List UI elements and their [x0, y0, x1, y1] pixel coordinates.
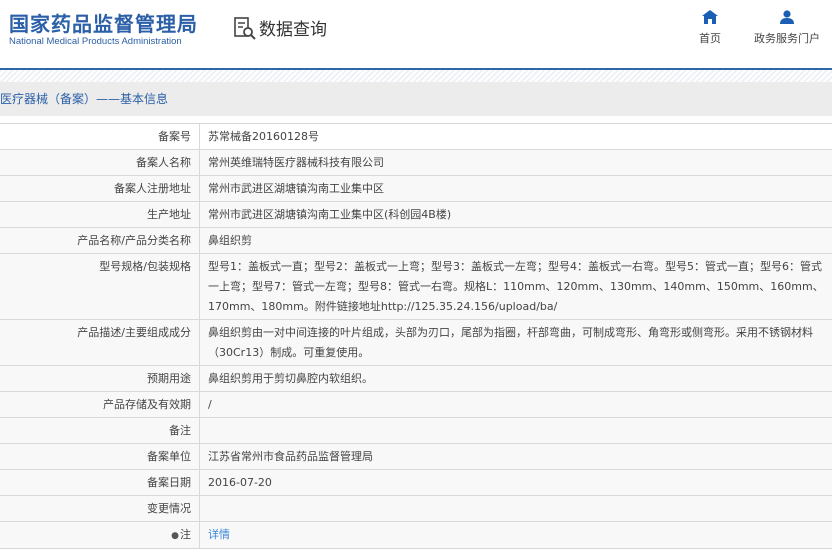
row-label-text: 备案日期: [147, 476, 191, 489]
row-value: 常州市武进区湖塘镇沟南工业集中区(科创园4B楼): [208, 208, 452, 221]
row-label-text: 产品描述/主要组成成分: [77, 326, 191, 339]
row-label-text: 注: [180, 528, 191, 541]
row-label-text: 生产地址: [147, 208, 191, 221]
table-row: 产品存储及有效期 /: [0, 392, 832, 418]
row-label: 备案单位: [0, 444, 200, 469]
row-label: 备案号: [0, 124, 200, 149]
row-label: 产品描述/主要组成成分: [0, 320, 200, 365]
row-label-text: 预期用途: [147, 372, 191, 385]
table-row: 变更情况: [0, 496, 832, 522]
row-value: /: [208, 398, 212, 411]
table-row: 预期用途 鼻组织剪用于剪切鼻腔内软组织。: [0, 366, 832, 392]
nav-service-portal[interactable]: 政务服务门户: [754, 10, 820, 46]
row-label-text: 备案人名称: [136, 156, 191, 169]
row-value: 江苏省常州市食品药品监督管理局: [208, 450, 373, 463]
document-search-icon: [234, 16, 256, 40]
table-row: 备案号 苏常械备20160128号: [0, 124, 832, 150]
data-query-title: 数据查询: [233, 15, 327, 40]
row-label: 备案日期: [0, 470, 200, 495]
row-label: 备案人注册地址: [0, 176, 200, 201]
row-value: 型号1：盖板式一直；型号2：盖板式一上弯；型号3：盖板式一左弯；型号4：盖板式一…: [208, 260, 824, 313]
row-label-text: 产品存储及有效期: [103, 398, 191, 411]
row-label-text: 产品名称/产品分类名称: [77, 234, 191, 247]
details-link[interactable]: 详情: [208, 528, 230, 541]
table-row: 备案人名称 常州英维瑞特医疗器械科技有限公司: [0, 150, 832, 176]
site-header: 国家药品监督管理局 National Medical Products Admi…: [0, 0, 832, 70]
nav-service-label: 政务服务门户: [754, 32, 820, 45]
row-label: 生产地址: [0, 202, 200, 227]
info-table: 备案号 苏常械备20160128号 备案人名称 常州英维瑞特医疗器械科技有限公司 备案人…: [0, 123, 832, 549]
row-value: 鼻组织剪由一对中间连接的叶片组成，头部为刃口，尾部为指圈，杆部弯曲，可制成弯形、…: [208, 326, 813, 359]
table-row: ●注 详情: [0, 522, 832, 549]
row-value: 常州市武进区湖塘镇沟南工业集中区: [208, 182, 384, 195]
nav-home[interactable]: 首页: [699, 10, 721, 46]
home-icon: [702, 10, 718, 24]
logo-title[interactable]: 国家药品监督管理局: [9, 8, 198, 37]
table-row: 型号规格/包装规格 型号1：盖板式一直；型号2：盖板式一上弯；型号3：盖板式一左弯…: [0, 254, 832, 320]
table-row: 备案单位 江苏省常州市食品药品监督管理局: [0, 444, 832, 470]
row-label-text: 备注: [169, 424, 191, 437]
row-value: 2016-07-20: [208, 476, 272, 489]
row-label-text: 变更情况: [147, 502, 191, 515]
row-value: 详情: [200, 522, 832, 548]
table-row: 产品名称/产品分类名称 鼻组织剪: [0, 228, 832, 254]
table-row: 生产地址 常州市武进区湖塘镇沟南工业集中区(科创园4B楼): [0, 202, 832, 228]
row-label: 预期用途: [0, 366, 200, 391]
row-value: [200, 496, 832, 521]
row-value: [200, 418, 832, 443]
table-row: 备注: [0, 418, 832, 444]
row-value: 鼻组织剪用于剪切鼻腔内软组织。: [208, 372, 373, 385]
page-title: 医疗器械（备案）——基本信息: [0, 82, 832, 116]
row-value: 常州英维瑞特医疗器械科技有限公司: [208, 156, 384, 169]
row-label-text: 型号规格/包装规格: [99, 260, 191, 273]
row-label-text: 备案人注册地址: [114, 182, 191, 195]
row-value: 鼻组织剪: [208, 234, 252, 247]
row-label: 产品存储及有效期: [0, 392, 200, 417]
logo-subtitle: National Medical Products Administration: [9, 36, 182, 47]
table-row: 备案日期 2016-07-20: [0, 470, 832, 496]
pin-icon: ●: [171, 531, 179, 541]
row-value: 苏常械备20160128号: [208, 130, 319, 143]
data-query-label: 数据查询: [259, 20, 327, 40]
row-label-text: 备案单位: [147, 450, 191, 463]
row-label: 备注: [0, 418, 200, 443]
row-label: ●注: [0, 522, 200, 548]
row-label: 变更情况: [0, 496, 200, 521]
decorative-strip: [0, 70, 832, 82]
row-label: 型号规格/包装规格: [0, 254, 200, 319]
row-label: 产品名称/产品分类名称: [0, 228, 200, 253]
table-row: 产品描述/主要组成成分 鼻组织剪由一对中间连接的叶片组成，头部为刃口，尾部为指圈，…: [0, 320, 832, 366]
nav-home-label: 首页: [699, 32, 721, 45]
row-label: 备案人名称: [0, 150, 200, 175]
table-row: 备案人注册地址 常州市武进区湖塘镇沟南工业集中区: [0, 176, 832, 202]
user-icon: [780, 10, 794, 24]
row-label-text: 备案号: [158, 130, 191, 143]
